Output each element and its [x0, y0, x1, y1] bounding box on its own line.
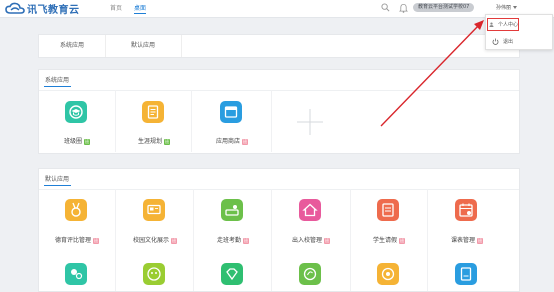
- app-name: 德育评比管理: [54, 237, 91, 244]
- graduation-icon: [69, 105, 83, 119]
- divider: [39, 189, 519, 190]
- chevron-down-icon[interactable]: [513, 6, 517, 9]
- medal-icon: [71, 202, 81, 217]
- app-name: 校园文化展示: [132, 237, 169, 244]
- app-name: 走班考勤: [216, 237, 241, 244]
- checkin-icon: [225, 205, 239, 216]
- app-label: 课表管理班: [429, 235, 505, 244]
- top-bar: 讯飞教育云 首页 桌面 教育云平台测试学校07 孙伟丽: [0, 0, 554, 18]
- app-tile-student-leave[interactable]: 学生请假班: [351, 199, 427, 251]
- divider: [193, 189, 194, 291]
- divider: [271, 189, 272, 291]
- app-tile-row2-6[interactable]: [455, 263, 477, 285]
- doc-icon: [460, 267, 472, 281]
- calendar-icon: [459, 203, 473, 217]
- app-label: 应用商店班: [194, 136, 270, 145]
- tab-default-apps[interactable]: 默认应用: [105, 35, 182, 57]
- title-underline: [44, 185, 71, 186]
- house-icon: [302, 203, 318, 217]
- app-icon-bg: [220, 101, 242, 123]
- nav-home[interactable]: 首页: [110, 3, 122, 14]
- app-icon-bg: [142, 101, 164, 123]
- app-label: 班级圈班: [39, 136, 115, 145]
- app-tile-class-circle[interactable]: 班级圈班: [39, 90, 115, 152]
- divider: [115, 189, 116, 291]
- app-badge: 班: [93, 237, 99, 244]
- app-tile-moral-evaluation[interactable]: 德育评比管理班: [39, 199, 115, 251]
- app-badge: 班: [164, 138, 170, 145]
- app-name: 学生请假: [372, 237, 397, 244]
- menu-item-label: 个人中心: [497, 22, 518, 28]
- divider: [427, 189, 428, 291]
- app-name: 出入校管理: [291, 237, 322, 244]
- app-tile-row2-1[interactable]: [65, 263, 87, 285]
- store-icon: [224, 106, 238, 118]
- annotation-arrow-icon: [380, 20, 484, 127]
- divider: [271, 90, 272, 152]
- leave-icon: [382, 203, 394, 217]
- nav-desktop[interactable]: 桌面: [134, 3, 147, 14]
- power-icon: [492, 38, 499, 45]
- app-tile-timetable[interactable]: 课表管理班: [429, 199, 505, 251]
- face-icon: [147, 267, 161, 281]
- app-label: 学生请假班: [351, 235, 427, 244]
- app-badge: 班: [324, 237, 330, 244]
- app-icon-bg: [65, 199, 87, 221]
- default-apps-panel: 默认应用 德育评比管理班 校园文化展示班 走班考勤 班 出入校管理 班 学生请假…: [38, 168, 520, 292]
- app-label: 走班考勤班: [195, 235, 271, 244]
- app-badge: 班: [477, 237, 483, 244]
- app-icon-bg: [221, 199, 243, 221]
- app-icon-bg: [143, 199, 165, 221]
- user-name[interactable]: 孙伟丽: [496, 4, 511, 11]
- user-dropdown-menu: 个人中心 退出: [485, 14, 553, 50]
- app-tile-app-store[interactable]: 应用商店班: [194, 90, 270, 152]
- display-icon: [147, 204, 161, 215]
- menu-item-logout[interactable]: 退出: [492, 36, 513, 47]
- app-tile-career-planning[interactable]: 生涯规划班: [116, 90, 192, 152]
- bell-icon[interactable]: [399, 3, 408, 13]
- app-tile-row2-2[interactable]: [143, 263, 165, 285]
- menu-item-label: 退出: [503, 39, 514, 45]
- app-name: 课表管理: [450, 237, 475, 244]
- document-icon: [147, 105, 159, 119]
- app-tile-row2-3[interactable]: [221, 263, 243, 285]
- panel-title: 默认应用: [45, 176, 70, 183]
- app-label: 出入校管理班: [273, 235, 349, 244]
- title-underline: [44, 86, 71, 87]
- app-name: 应用商店: [215, 138, 240, 145]
- app-icon-bg: [455, 199, 477, 221]
- app-tile-row2-4[interactable]: [299, 263, 321, 285]
- app-badge: 班: [84, 138, 90, 145]
- app-label: 德育评比管理班: [39, 235, 115, 244]
- diamond-icon: [226, 268, 238, 281]
- search-icon[interactable]: [381, 3, 390, 12]
- app-tile-campus-access[interactable]: 出入校管理班: [273, 199, 349, 251]
- tab-system-apps[interactable]: 系统应用: [39, 35, 106, 57]
- logo-text: 讯飞教育云: [27, 5, 80, 16]
- app-name: 班级圈: [63, 138, 82, 145]
- cloud-logo-icon: [5, 2, 25, 14]
- add-app-plus-icon[interactable]: [296, 108, 324, 136]
- app-badge: 班: [171, 237, 177, 244]
- app-label: 校园文化展示班: [117, 235, 193, 244]
- app-icon-bg: [377, 199, 399, 221]
- app-tile-row2-5[interactable]: [377, 263, 399, 285]
- app-badge: 班: [399, 237, 405, 244]
- app-tile-campus-culture[interactable]: 校园文化展示班: [117, 199, 193, 251]
- main-nav: 首页 桌面: [110, 3, 158, 14]
- school-badge[interactable]: 教育云平台测试学校07: [413, 3, 475, 12]
- app-badge: 班: [242, 138, 248, 145]
- panel-title: 系统应用: [45, 77, 70, 84]
- target-icon: [381, 267, 395, 281]
- app-name: 生涯规划: [137, 138, 162, 145]
- leaf-icon: [303, 267, 317, 281]
- logo[interactable]: 讯飞教育云: [5, 1, 80, 16]
- app-icon-bg: [65, 101, 87, 123]
- app-badge: 班: [243, 237, 249, 244]
- app-tile-class-attendance[interactable]: 走班考勤班: [195, 199, 271, 251]
- menu-item-personal-center[interactable]: 个人中心: [487, 18, 519, 31]
- people-icon: [71, 269, 83, 280]
- app-label: 生涯规划班: [116, 136, 192, 145]
- app-icon-bg: [299, 199, 321, 221]
